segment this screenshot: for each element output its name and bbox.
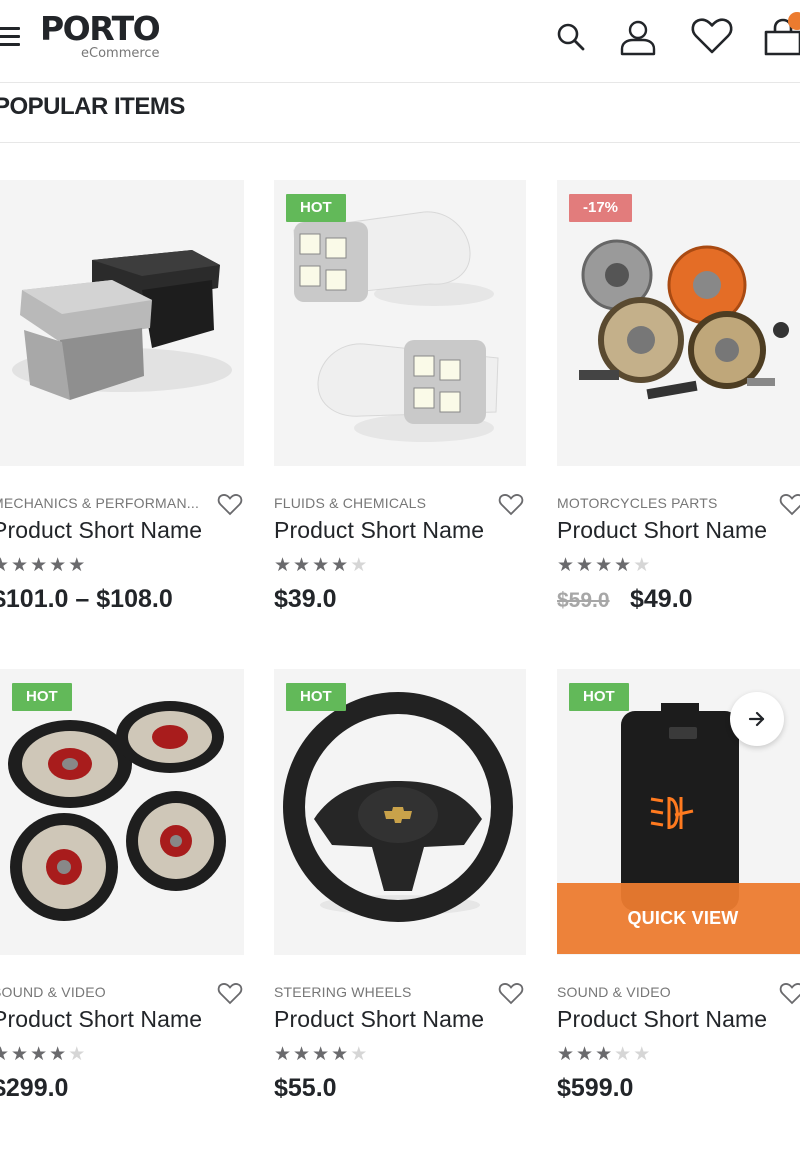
product-price: $599.0	[557, 1074, 634, 1102]
carousel-next-button[interactable]	[730, 692, 784, 746]
star-icon: ★	[293, 554, 311, 576]
product-old-price: $59.0	[557, 589, 610, 612]
product-category[interactable]: FLUIDS & CHEMICALS	[274, 495, 426, 511]
section-title: POPULAR ITEMS	[0, 93, 185, 120]
product-price: $39.0	[274, 585, 337, 613]
product-price: $55.0	[274, 1074, 337, 1102]
product-category[interactable]: SOUND & VIDEO	[557, 984, 671, 1000]
product-image-led-bulbs[interactable]: HOT	[274, 180, 526, 466]
star-icon: ★	[557, 554, 575, 576]
star-icon: ★	[312, 554, 330, 576]
product-name[interactable]: Product Short Name	[274, 1006, 484, 1033]
product-rating: ★ ★ ★ ★ ★	[557, 555, 650, 575]
product-category[interactable]: STEERING WHEELS	[274, 984, 412, 1000]
star-icon: ★	[68, 1043, 86, 1065]
star-icon: ★	[576, 554, 594, 576]
star-icon: ★	[11, 1043, 29, 1065]
product-rating: ★ ★ ★ ★ ★	[274, 555, 367, 575]
quick-view-button[interactable]: QUICK VIEW	[557, 883, 800, 954]
star-icon: ★	[49, 554, 67, 576]
discount-badge: -17%	[569, 194, 633, 222]
product-category[interactable]: MOTORCYCLES PARTS	[557, 495, 718, 511]
star-icon: ★	[595, 1043, 613, 1065]
star-icon: ★	[68, 554, 86, 576]
star-icon: ★	[0, 1043, 10, 1065]
heart-icon[interactable]	[498, 982, 524, 1006]
star-icon: ★	[0, 554, 10, 576]
star-icon: ★	[614, 554, 632, 576]
product-category[interactable]: SOUND & VIDEO	[0, 984, 106, 1000]
star-icon: ★	[557, 1043, 575, 1065]
product-image-armrest[interactable]	[0, 180, 244, 466]
product-name[interactable]: Product Short Name	[0, 517, 202, 544]
hot-badge: HOT	[569, 683, 629, 711]
product-name[interactable]: Product Short Name	[557, 517, 767, 544]
star-icon: ★	[274, 1043, 292, 1065]
product-price: $101.0 – $108.0	[0, 585, 173, 613]
site-header: PORTO eCommerce	[0, 0, 800, 83]
product-rating: ★ ★ ★ ★ ★	[0, 555, 85, 575]
product-image-steering-wheel[interactable]: HOT	[274, 669, 526, 955]
product-image-clutch-kit[interactable]: -17%	[557, 180, 800, 466]
product-name[interactable]: Product Short Name	[274, 517, 484, 544]
section-divider	[0, 142, 800, 143]
heart-icon[interactable]	[498, 493, 524, 517]
product-category[interactable]: MECHANICS & PERFORMAN...	[0, 495, 199, 511]
star-icon: ★	[595, 554, 613, 576]
product-rating: ★ ★ ★ ★ ★	[557, 1044, 650, 1064]
star-icon: ★	[614, 1043, 632, 1065]
product-name[interactable]: Product Short Name	[0, 1006, 202, 1033]
product-rating: ★ ★ ★ ★ ★	[0, 1044, 85, 1064]
star-icon: ★	[576, 1043, 594, 1065]
product-name[interactable]: Product Short Name	[557, 1006, 767, 1033]
star-icon: ★	[350, 1043, 368, 1065]
cart-count-badge	[788, 12, 800, 30]
star-icon: ★	[633, 554, 651, 576]
product-image-speakers[interactable]: HOT	[0, 669, 244, 955]
search-icon[interactable]	[549, 16, 591, 58]
account-icon[interactable]	[617, 16, 659, 58]
hot-badge: HOT	[286, 194, 346, 222]
star-icon: ★	[633, 1043, 651, 1065]
logo[interactable]: PORTO eCommerce	[40, 9, 161, 62]
logo-subtext: eCommerce	[81, 46, 160, 61]
hot-badge: HOT	[286, 683, 346, 711]
product-price: $49.0	[630, 585, 693, 613]
star-icon: ★	[11, 554, 29, 576]
star-icon: ★	[331, 1043, 349, 1065]
star-icon: ★	[293, 1043, 311, 1065]
star-icon: ★	[49, 1043, 67, 1065]
hot-badge: HOT	[12, 683, 72, 711]
product-price: $299.0	[0, 1074, 69, 1102]
heart-icon[interactable]	[217, 493, 243, 517]
star-icon: ★	[331, 554, 349, 576]
menu-icon[interactable]	[0, 27, 22, 47]
star-icon: ★	[350, 554, 368, 576]
heart-icon[interactable]	[779, 982, 800, 1006]
logo-text: PORTO	[40, 9, 161, 48]
star-icon: ★	[312, 1043, 330, 1065]
wishlist-icon[interactable]	[690, 16, 733, 58]
star-icon: ★	[274, 554, 292, 576]
arrow-right-icon	[748, 711, 765, 727]
product-rating: ★ ★ ★ ★ ★	[274, 1044, 367, 1064]
star-icon: ★	[30, 1043, 48, 1065]
heart-icon[interactable]	[217, 982, 243, 1006]
star-icon: ★	[30, 554, 48, 576]
heart-icon[interactable]	[779, 493, 800, 517]
